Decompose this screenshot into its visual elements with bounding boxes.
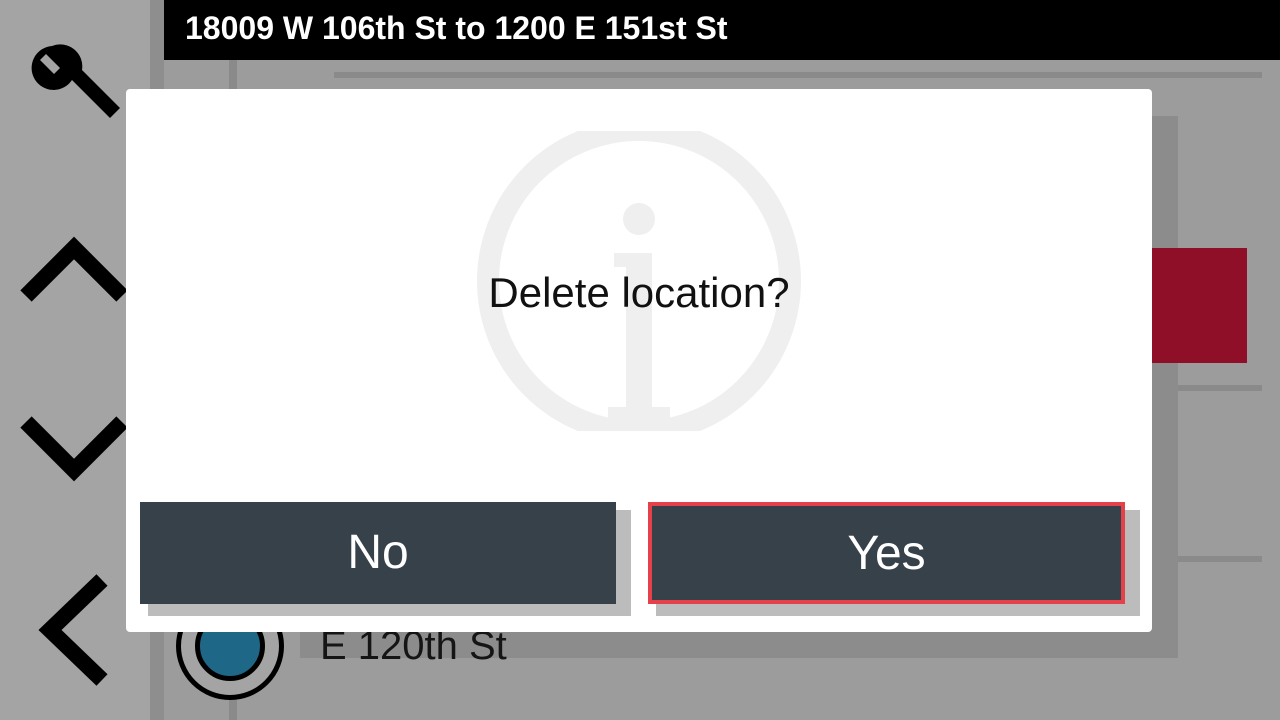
no-button[interactable]: No — [140, 502, 616, 604]
wrench-icon[interactable] — [24, 40, 128, 140]
route-title: 18009 W 106th St to 1200 E 151st St — [185, 10, 728, 46]
divider-line — [1178, 556, 1262, 562]
divider-line — [334, 72, 1262, 78]
alert-tag — [1150, 248, 1247, 363]
yes-button[interactable]: Yes — [648, 502, 1125, 604]
chevron-up-icon[interactable] — [20, 234, 128, 306]
dialog-message: Delete location? — [488, 269, 790, 316]
chevron-down-icon[interactable] — [20, 412, 128, 484]
divider-line — [1178, 385, 1262, 391]
route-header: 18009 W 106th St to 1200 E 151st St — [164, 0, 1280, 60]
delete-location-dialog: Delete location? No Yes — [126, 89, 1152, 632]
chevron-left-icon[interactable] — [36, 574, 112, 686]
